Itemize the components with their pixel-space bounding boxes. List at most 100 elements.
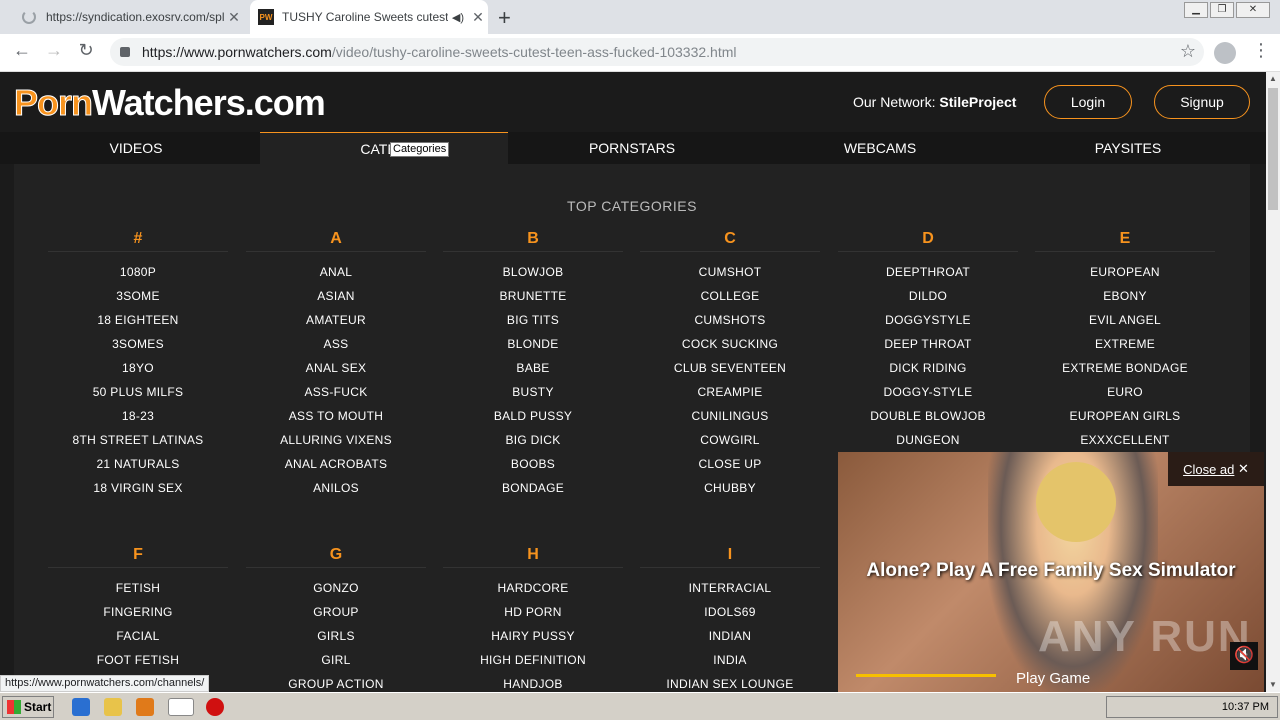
category-link[interactable]: 18 VIRGIN SEX (48, 476, 228, 500)
category-link[interactable]: CLUB SEVENTEEN (640, 356, 820, 380)
category-link[interactable]: COWGIRL (640, 428, 820, 452)
category-link[interactable]: DEEPTHROAT (838, 260, 1018, 284)
tab-video[interactable]: PW TUSHY Caroline Sweets cutest t ◀) ✕ (250, 0, 488, 34)
category-link[interactable]: IDOLS69 (640, 600, 820, 624)
category-link[interactable]: FACIAL (48, 624, 228, 648)
scroll-down-icon[interactable]: ▼ (1266, 678, 1280, 692)
network-link[interactable]: StileProject (939, 94, 1016, 110)
category-link[interactable]: ANILOS (246, 476, 426, 500)
category-link[interactable]: 18-23 (48, 404, 228, 428)
category-link[interactable]: BALD PUSSY (443, 404, 623, 428)
start-button[interactable]: Start (2, 696, 54, 718)
category-link[interactable]: CUNILINGUS (640, 404, 820, 428)
category-link[interactable]: EXTREME BONDAGE (1035, 356, 1215, 380)
category-link[interactable]: COCK SUCKING (640, 332, 820, 356)
login-button[interactable]: Login (1044, 85, 1132, 119)
category-link[interactable]: EUROPEAN (1035, 260, 1215, 284)
category-link[interactable]: CUMSHOT (640, 260, 820, 284)
category-link[interactable]: INDIAN (640, 624, 820, 648)
category-link[interactable]: INDIA (640, 648, 820, 672)
category-link[interactable]: HD PORN (443, 600, 623, 624)
category-link[interactable]: CLOSE UP (640, 452, 820, 476)
page-scrollbar[interactable]: ▲ ▼ (1266, 72, 1280, 692)
category-link[interactable]: ANAL SEX (246, 356, 426, 380)
site-logo[interactable]: PornWatchers.com (13, 82, 325, 124)
category-link[interactable]: GROUP (246, 600, 426, 624)
nav-webcams[interactable]: WEBCAMS (756, 132, 1004, 164)
category-link[interactable]: 3SOME (48, 284, 228, 308)
close-ad-button[interactable]: Close ad ✕ (1168, 452, 1264, 486)
nav-paysites[interactable]: PAYSITES (1004, 132, 1252, 164)
category-link[interactable]: CHUBBY (640, 476, 820, 500)
category-link[interactable]: ANAL ACROBATS (246, 452, 426, 476)
category-link[interactable]: 21 NATURALS (48, 452, 228, 476)
mute-icon[interactable]: 🔇 (1230, 642, 1258, 670)
close-tab-icon[interactable]: ✕ (224, 9, 244, 26)
category-link[interactable]: FETISH (48, 576, 228, 600)
category-link[interactable]: DUNGEON (838, 428, 1018, 452)
category-link[interactable]: BUSTY (443, 380, 623, 404)
category-link[interactable]: DOUBLE BLOWJOB (838, 404, 1018, 428)
close-window-icon[interactable]: ✕ (1236, 2, 1270, 18)
category-link[interactable]: HAIRY PUSSY (443, 624, 623, 648)
category-link[interactable]: ASS-FUCK (246, 380, 426, 404)
category-link[interactable]: DILDO (838, 284, 1018, 308)
category-link[interactable]: 50 PLUS MILFS (48, 380, 228, 404)
category-link[interactable]: GROUP ACTION (246, 672, 426, 692)
opera-icon[interactable] (206, 698, 224, 716)
category-link[interactable]: EXTREME (1035, 332, 1215, 356)
category-link[interactable]: BRUNETTE (443, 284, 623, 308)
restore-icon[interactable]: ❐ (1210, 2, 1234, 18)
ad-overlay[interactable]: Close ad ✕ Alone? Play A Free Family Sex… (838, 452, 1264, 692)
category-link[interactable]: EUROPEAN GIRLS (1035, 404, 1215, 428)
category-link[interactable]: HIGH DEFINITION (443, 648, 623, 672)
category-link[interactable]: DOGGYSTYLE (838, 308, 1018, 332)
reload-icon[interactable]: ↻ (74, 40, 98, 61)
close-tab-icon[interactable]: ✕ (468, 9, 488, 26)
category-link[interactable]: BIG DICK (443, 428, 623, 452)
category-link[interactable]: DEEP THROAT (838, 332, 1018, 356)
category-link[interactable]: EBONY (1035, 284, 1215, 308)
category-link[interactable]: 18 EIGHTEEN (48, 308, 228, 332)
chrome-taskbar-icon[interactable] (168, 698, 194, 716)
play-game-button[interactable]: Play Game (1016, 670, 1090, 687)
category-link[interactable]: 18YO (48, 356, 228, 380)
category-link[interactable]: EURO (1035, 380, 1215, 404)
tab-syndication[interactable]: https://syndication.exosrv.com/spla ✕ (10, 0, 244, 34)
category-link[interactable]: ANAL (246, 260, 426, 284)
signup-button[interactable]: Signup (1154, 85, 1250, 119)
category-link[interactable]: DICK RIDING (838, 356, 1018, 380)
category-link[interactable]: HANDJOB (443, 672, 623, 692)
category-link[interactable]: DOGGY-STYLE (838, 380, 1018, 404)
category-link[interactable]: ASS (246, 332, 426, 356)
speaker-icon[interactable]: ◀) (452, 11, 464, 24)
media-player-icon[interactable] (136, 698, 154, 716)
address-bar[interactable]: https://www.pornwatchers.com /video/tush… (110, 38, 1204, 66)
category-link[interactable]: ASS TO MOUTH (246, 404, 426, 428)
ie-icon[interactable] (72, 698, 90, 716)
category-link[interactable]: INTERRACIAL (640, 576, 820, 600)
category-link[interactable]: BLOWJOB (443, 260, 623, 284)
category-link[interactable]: 1080P (48, 260, 228, 284)
folder-icon[interactable] (104, 698, 122, 716)
scrollbar-thumb[interactable] (1268, 88, 1278, 210)
category-link[interactable]: FINGERING (48, 600, 228, 624)
forward-icon[interactable]: → (42, 40, 66, 61)
category-link[interactable]: ASIAN (246, 284, 426, 308)
category-link[interactable]: ALLURING VIXENS (246, 428, 426, 452)
bookmark-star-icon[interactable]: ☆ (1180, 41, 1196, 62)
minimize-icon[interactable]: ▁ (1184, 2, 1208, 18)
category-link[interactable]: GIRLS (246, 624, 426, 648)
nav-categories[interactable]: CATEG (260, 132, 508, 164)
scroll-up-icon[interactable]: ▲ (1266, 72, 1280, 86)
profile-avatar-icon[interactable] (1214, 42, 1236, 64)
category-link[interactable]: GONZO (246, 576, 426, 600)
category-link[interactable]: EVIL ANGEL (1035, 308, 1215, 332)
category-link[interactable]: BIG TITS (443, 308, 623, 332)
category-link[interactable]: BABE (443, 356, 623, 380)
category-link[interactable]: HARDCORE (443, 576, 623, 600)
category-link[interactable]: BONDAGE (443, 476, 623, 500)
category-link[interactable]: INDIAN SEX LOUNGE (640, 672, 820, 692)
category-link[interactable]: BLONDE (443, 332, 623, 356)
category-link[interactable]: BOOBS (443, 452, 623, 476)
